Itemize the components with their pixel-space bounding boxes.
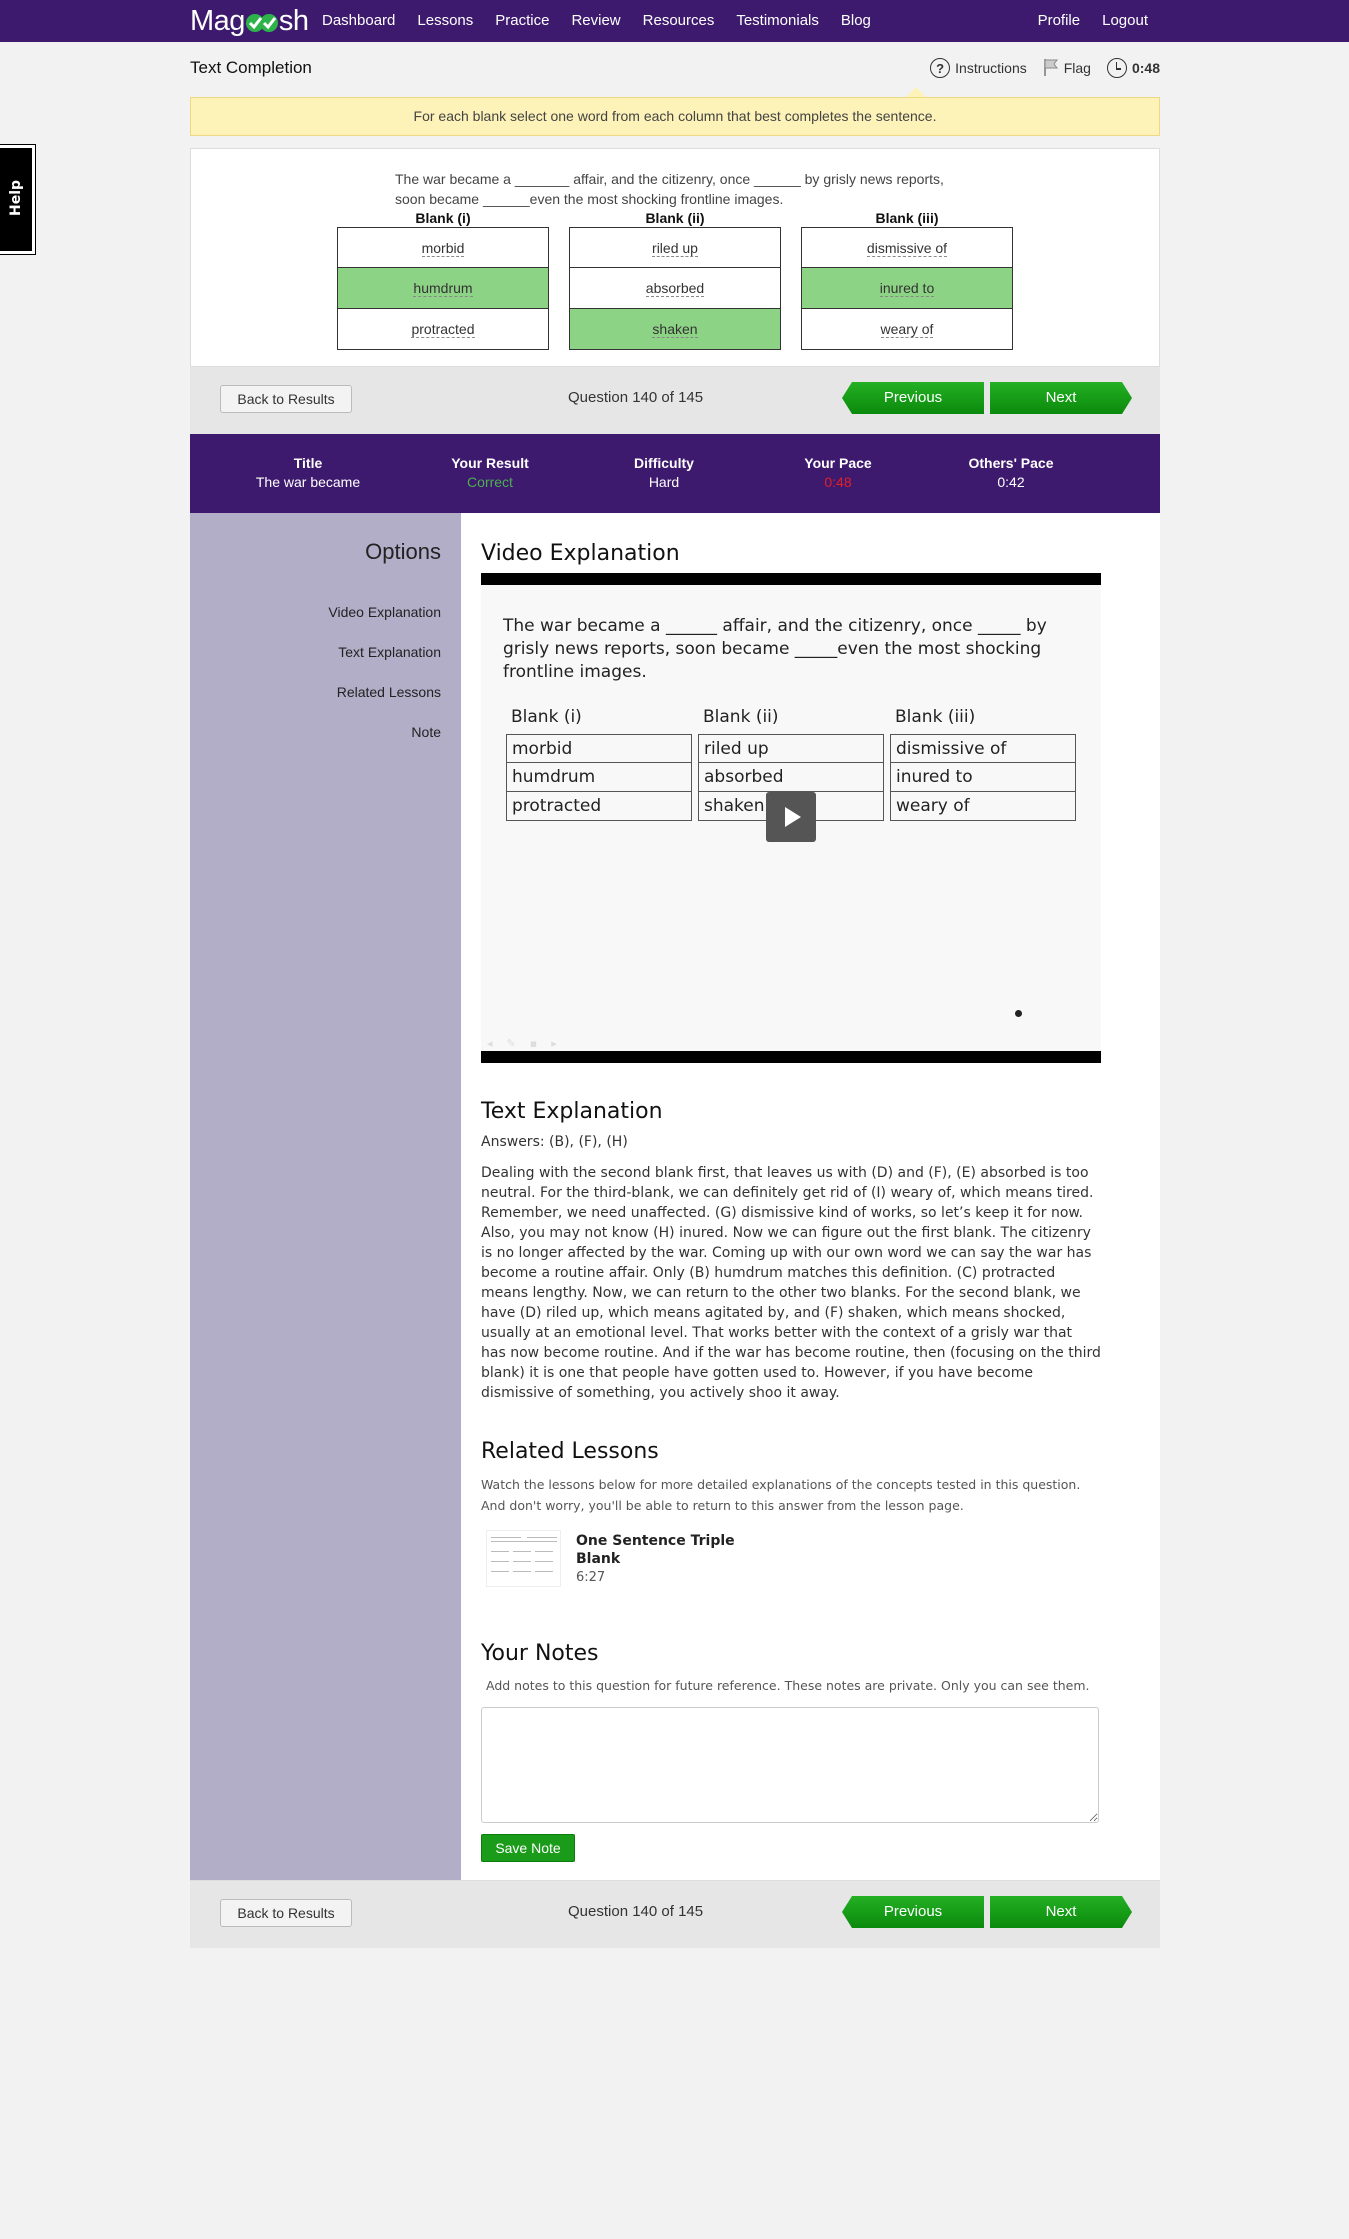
back-to-results-button[interactable]: Back to Results	[220, 385, 352, 413]
video-question-text: The war became a ______ affair, and the …	[503, 616, 1047, 682]
option-humdrum[interactable]: humdrum	[337, 268, 549, 309]
stat-title: Title The war became	[255, 455, 361, 490]
notes-textarea[interactable]	[481, 1707, 1099, 1823]
nav-testimonials[interactable]: Testimonials	[736, 0, 819, 42]
nav-review[interactable]: Review	[571, 0, 620, 42]
question-nav-top: Back to Results Question 140 of 145 Prev…	[190, 366, 1160, 434]
lesson-thumbnail[interactable]	[486, 1530, 561, 1587]
blank-ii-column: Blank (ii) riled up absorbed shaken	[569, 209, 781, 350]
stat-difficulty: Difficulty Hard	[634, 455, 694, 490]
video-cursor-icon	[1015, 1010, 1022, 1017]
previous-button[interactable]: Previous	[842, 1896, 984, 1928]
nav-blog[interactable]: Blog	[841, 0, 871, 42]
back-to-results-button[interactable]: Back to Results	[220, 1899, 352, 1927]
stat-others-pace: Others' Pace 0:42	[968, 455, 1054, 490]
option-inured-to[interactable]: inured to	[801, 268, 1013, 309]
question-counter: Question 140 of 145	[568, 389, 704, 406]
blank-ii-header: Blank (ii)	[645, 210, 705, 226]
lesson-duration: 6:27	[576, 1570, 606, 1585]
blank-iii-header: Blank (iii)	[875, 210, 939, 226]
option-shaken[interactable]: shaken	[569, 309, 781, 350]
nav-logout[interactable]: Logout	[1102, 0, 1148, 42]
flag-button[interactable]: Flag	[1043, 58, 1091, 79]
options-sidebar: Options Video Explanation Text Explanati…	[190, 513, 461, 1880]
video-header-iii: Blank (iii)	[895, 707, 976, 727]
instructions-button[interactable]: ? Instructions	[930, 58, 1027, 78]
question-type-title: Text Completion	[190, 58, 312, 77]
text-explanation-title: Text Explanation	[481, 1099, 663, 1124]
blank-i-header: Blank (i)	[415, 210, 471, 226]
nav-practice[interactable]: Practice	[495, 0, 549, 42]
question-icon: ?	[930, 58, 951, 78]
main-nav: Dashboard Lessons Practice Review Resour…	[322, 0, 893, 42]
next-button[interactable]: Next	[990, 382, 1132, 414]
options-note-link[interactable]: Note	[411, 724, 441, 740]
account-nav: Profile Logout	[1016, 0, 1148, 42]
nav-profile[interactable]: Profile	[1038, 0, 1081, 42]
magoosh-logo[interactable]: Mag sh	[190, 4, 309, 38]
option-riled-up[interactable]: riled up	[569, 227, 781, 268]
top-nav: Mag sh Dashboard Lessons Practice Review …	[0, 0, 1349, 42]
play-icon[interactable]	[766, 792, 816, 842]
option-morbid[interactable]: morbid	[337, 227, 549, 268]
video-header-i: Blank (i)	[511, 707, 582, 727]
flag-icon	[1043, 58, 1059, 79]
question-text: The war became a _______ affair, and the…	[395, 171, 944, 207]
answers-line: Answers: (B), (F), (H)	[481, 1134, 628, 1150]
video-column-iii: dismissive of inured to weary of	[890, 734, 1076, 821]
previous-button[interactable]: Previous	[842, 382, 984, 414]
option-weary-of[interactable]: weary of	[801, 309, 1013, 350]
video-controls-icon[interactable]: ◂✎▪▸	[487, 1037, 571, 1050]
next-button[interactable]: Next	[990, 1896, 1132, 1928]
explanation-body: Dealing with the second blank first, tha…	[481, 1165, 1101, 1401]
result-stats: Title The war became Your Result Correct D…	[190, 434, 1160, 513]
nav-resources[interactable]: Resources	[643, 0, 715, 42]
clock-icon	[1106, 58, 1127, 78]
video-explanation-title: Video Explanation	[481, 541, 680, 566]
your-notes-title: Your Notes	[481, 1641, 599, 1666]
video-player[interactable]: The war became a ______ affair, and the …	[481, 573, 1101, 1063]
related-lessons-desc: Watch the lessons below for more detaile…	[481, 1477, 1081, 1513]
blank-iii-column: Blank (iii) dismissive of inured to wear…	[801, 209, 1013, 350]
option-absorbed[interactable]: absorbed	[569, 268, 781, 309]
options-video-link[interactable]: Video Explanation	[328, 604, 441, 620]
help-tab[interactable]: Help	[0, 145, 35, 254]
question-nav-bottom: Back to Results Question 140 of 145 Prev…	[190, 1880, 1160, 1948]
stat-your-pace: Your Pace 0:48	[804, 455, 872, 490]
lesson-title-link[interactable]: One Sentence Triple Blank	[576, 1532, 736, 1568]
notes-desc: Add notes to this question for future re…	[486, 1678, 1090, 1693]
options-related-link[interactable]: Related Lessons	[337, 684, 441, 700]
video-header-ii: Blank (ii)	[703, 707, 779, 727]
video-column-i: morbid humdrum protracted	[506, 734, 692, 821]
instructions-banner: For each blank select one word from each…	[190, 97, 1160, 136]
logo-check-icon	[245, 12, 278, 34]
question-counter: Question 140 of 145	[568, 1903, 704, 1920]
options-title: Options	[365, 539, 441, 564]
nav-lessons[interactable]: Lessons	[417, 0, 473, 42]
timer: 0:48	[1106, 58, 1160, 78]
blank-i-column: Blank (i) morbid humdrum protracted	[337, 209, 549, 350]
option-protracted[interactable]: protracted	[337, 309, 549, 350]
related-lessons-title: Related Lessons	[481, 1439, 659, 1464]
banner-notch	[906, 87, 926, 97]
options-text-link[interactable]: Text Explanation	[338, 644, 441, 660]
option-dismissive-of[interactable]: dismissive of	[801, 227, 1013, 268]
nav-dashboard[interactable]: Dashboard	[322, 0, 395, 42]
stat-result: Your Result Correct	[451, 455, 529, 490]
save-note-button[interactable]: Save Note	[481, 1834, 575, 1862]
question-tools: ? Instructions Flag 0:48	[914, 56, 1160, 80]
